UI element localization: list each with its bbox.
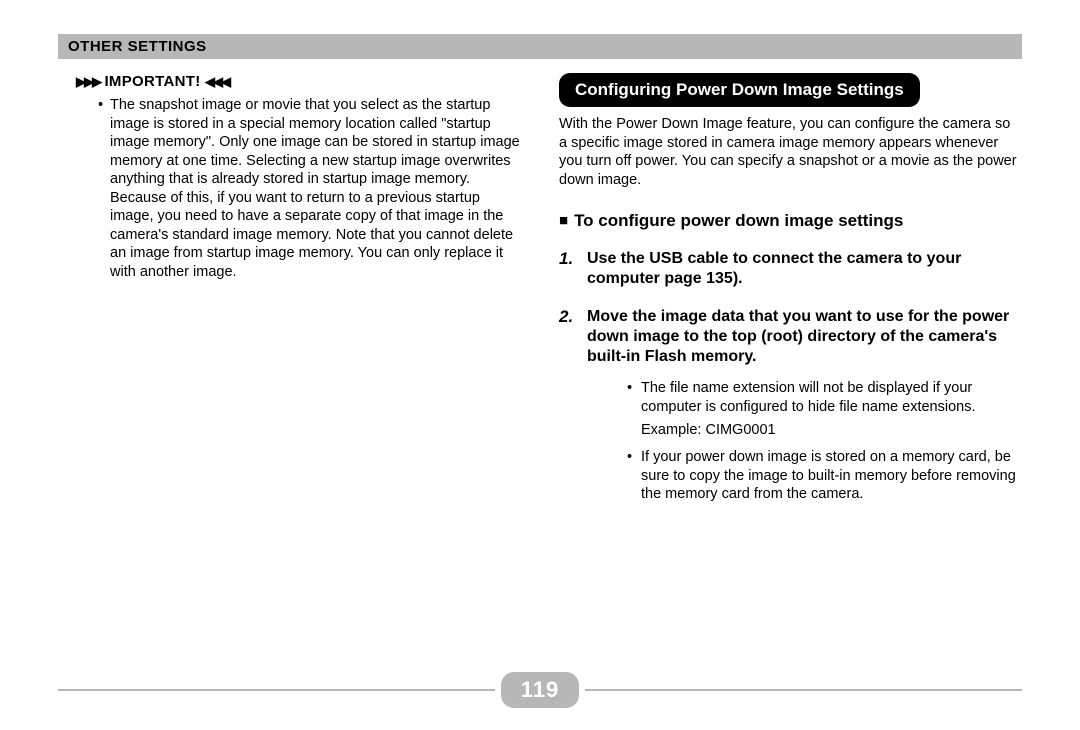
two-column-layout: ▶▶▶ IMPORTANT! ◀◀◀ The snapshot image or…	[58, 73, 1022, 522]
square-bullet-icon: ■	[559, 212, 568, 229]
intro-paragraph: With the Power Down Image feature, you c…	[559, 115, 1022, 189]
manual-page: OTHER SETTINGS ▶▶▶ IMPORTANT! ◀◀◀ The sn…	[0, 0, 1080, 730]
step-number: 2.	[559, 307, 573, 327]
important-bullet-list: The snapshot image or movie that you sel…	[58, 96, 521, 281]
step-text: Use the USB cable to connect the camera …	[587, 249, 1022, 289]
step-sub-bullet: If your power down image is stored on a …	[627, 448, 1022, 504]
page-footer: 119	[58, 672, 1022, 708]
step-sub-bullet: The file name extension will not be disp…	[627, 379, 1022, 416]
section-title-pill: Configuring Power Down Image Settings	[559, 73, 920, 107]
footer-rule-right	[585, 689, 1022, 691]
step-2: 2. Move the image data that you want to …	[559, 307, 1022, 504]
procedure-heading: ■ To configure power down image settings	[559, 211, 1022, 231]
steps-list: 1. Use the USB cable to connect the came…	[559, 249, 1022, 504]
footer-rule-left	[58, 689, 495, 691]
important-bullet: The snapshot image or movie that you sel…	[98, 96, 521, 281]
right-column: Configuring Power Down Image Settings Wi…	[559, 73, 1022, 522]
step-sub-bullets: The file name extension will not be disp…	[587, 379, 1022, 416]
step-1: 1. Use the USB cable to connect the came…	[559, 249, 1022, 289]
section-header: OTHER SETTINGS	[58, 34, 1022, 59]
step-example-line: Example: CIMG0001	[587, 422, 1022, 438]
page-number: 119	[501, 672, 580, 708]
step-sub-bullets: If your power down image is stored on a …	[587, 448, 1022, 504]
important-label: IMPORTANT!	[104, 73, 200, 90]
important-label-row: ▶▶▶ IMPORTANT! ◀◀◀	[76, 73, 521, 90]
procedure-heading-text: To configure power down image settings	[574, 211, 903, 230]
important-arrows-right-icon: ◀◀◀	[205, 74, 229, 90]
step-number: 1.	[559, 249, 573, 269]
left-column: ▶▶▶ IMPORTANT! ◀◀◀ The snapshot image or…	[58, 73, 521, 522]
step-text: Move the image data that you want to use…	[587, 307, 1022, 367]
important-arrows-left-icon: ▶▶▶	[76, 74, 100, 90]
